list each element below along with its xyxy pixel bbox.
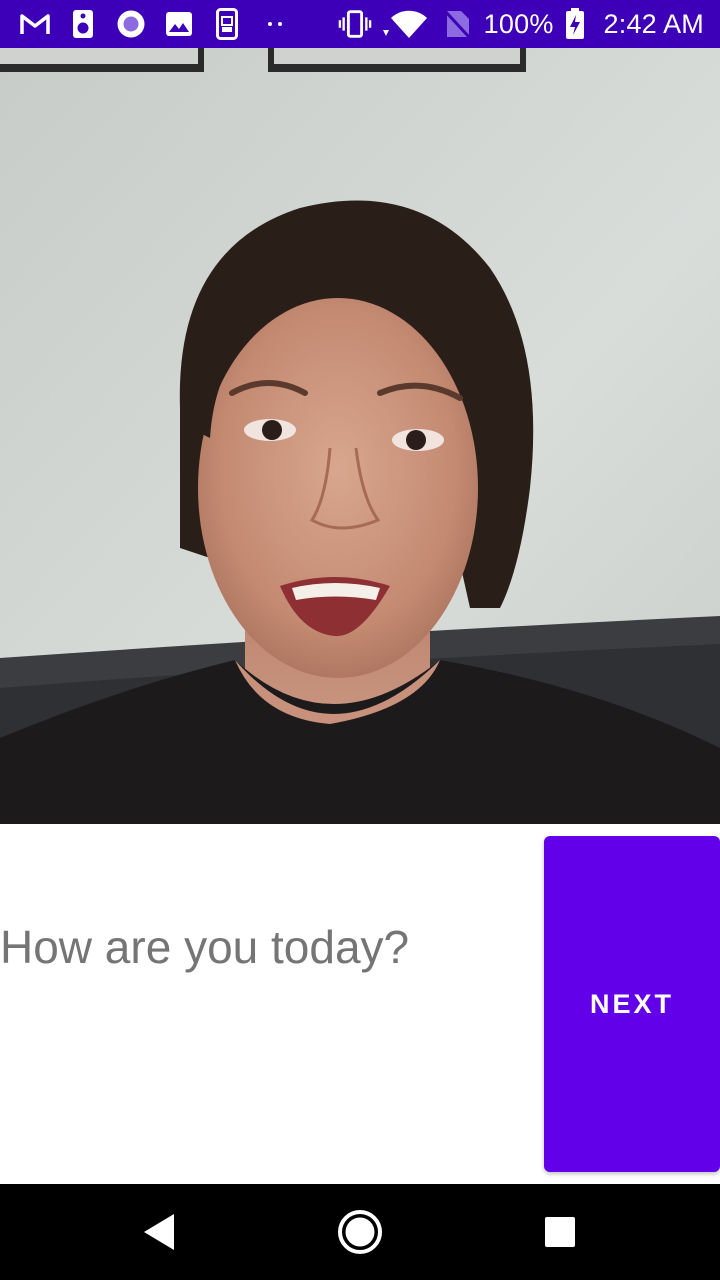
camera-preview [0, 48, 720, 824]
recents-icon[interactable] [536, 1208, 584, 1256]
back-icon[interactable] [136, 1208, 184, 1256]
vibrate-icon [338, 7, 372, 41]
battery-charging-icon [564, 7, 586, 41]
speaker-icon [66, 7, 100, 41]
wifi-icon [382, 7, 430, 41]
clock: 2:42 AM [603, 8, 704, 39]
status-bar: 100% 2:42 AM [0, 0, 720, 48]
screenshot-icon [210, 7, 244, 41]
image-icon [162, 7, 196, 41]
next-button[interactable]: NEXT [544, 836, 720, 1172]
more-dots-icon [258, 7, 292, 41]
navigation-bar [0, 1184, 720, 1280]
prompt-panel: How are you today? NEXT [0, 824, 720, 1184]
prompt-question: How are you today? [0, 921, 410, 973]
record-icon [114, 7, 148, 41]
notification-icons [18, 7, 292, 41]
no-sim-icon [440, 7, 474, 41]
camera-preview-image [0, 48, 720, 824]
gmail-icon [18, 7, 52, 41]
battery-percent: 100% [483, 8, 554, 39]
home-icon[interactable] [336, 1208, 384, 1256]
system-icons: 100% 2:42 AM [338, 7, 704, 41]
